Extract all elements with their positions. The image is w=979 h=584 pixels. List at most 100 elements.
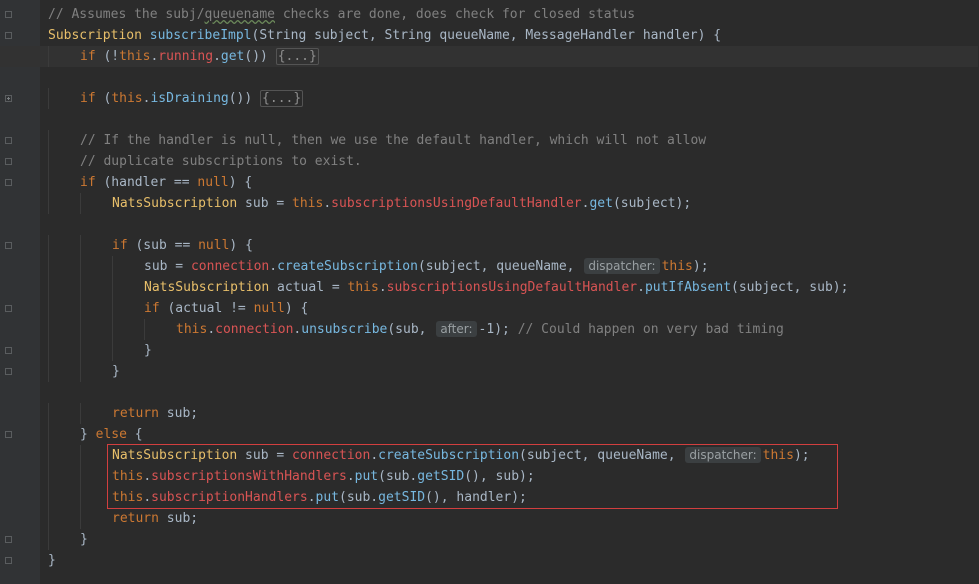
code-line[interactable]: // If the handler is null, then we use t… <box>48 130 978 151</box>
indent-guide <box>48 172 49 193</box>
code-token: ()) <box>228 91 261 106</box>
code-token: sub; <box>158 511 199 526</box>
code-token: ) { <box>228 175 253 190</box>
code-token: this <box>347 280 379 295</box>
code-token: (sub, <box>387 322 435 337</box>
code-token: if <box>80 49 96 64</box>
indent-guide <box>48 529 49 550</box>
code-token: sub = <box>237 196 293 211</box>
indent-guide <box>80 277 81 298</box>
code-line[interactable]: return sub; <box>48 403 978 424</box>
indent-guide <box>112 277 113 298</box>
code-token: (subject, queueName, <box>417 259 583 274</box>
code-token: this <box>661 259 693 274</box>
indent-guide <box>48 319 49 340</box>
code-token: return <box>112 511 159 526</box>
indent-guide <box>48 298 49 319</box>
code-line[interactable]: // Assumes the subj/queuename checks are… <box>48 4 978 25</box>
code-line[interactable] <box>48 67 978 88</box>
code-line[interactable]: if (!this.running.get()) {...} <box>0 46 978 67</box>
fold-collapse-icon[interactable] <box>5 305 12 312</box>
code-token: putIfAbsent <box>644 280 732 295</box>
indent-guide <box>80 298 81 319</box>
indent-guide <box>80 256 81 277</box>
indent-guide <box>48 151 49 172</box>
code-token: . <box>213 49 221 64</box>
fold-collapse-icon[interactable] <box>5 158 12 165</box>
fold-collapse-icon[interactable] <box>5 179 12 186</box>
highlight-box <box>107 444 838 509</box>
folded-code-block[interactable]: {...} <box>260 90 304 107</box>
code-token: this <box>111 91 143 106</box>
code-line[interactable]: if (handler == null) { <box>48 172 978 193</box>
fold-collapse-icon[interactable] <box>5 536 12 543</box>
code-token: get <box>589 196 613 211</box>
indent-guide <box>80 319 81 340</box>
code-line[interactable]: } <box>48 340 978 361</box>
code-line[interactable]: return sub; <box>48 508 978 529</box>
code-token: sub; <box>158 406 199 421</box>
code-token: checks are done, does check for closed s… <box>275 7 636 22</box>
code-token: this <box>292 196 324 211</box>
indent-guide <box>48 487 49 508</box>
code-line[interactable]: sub = connection.createSubscription(subj… <box>48 256 978 277</box>
code-token: . <box>207 322 216 337</box>
fold-collapse-icon[interactable] <box>5 242 12 249</box>
code-line[interactable]: NatsSubscription sub = this.subscription… <box>48 193 978 214</box>
indent-guide <box>48 193 49 214</box>
fold-collapse-icon[interactable] <box>5 32 12 39</box>
code-token: . <box>637 280 645 295</box>
code-token: actual = <box>269 280 348 295</box>
indent-guide <box>48 130 49 151</box>
code-line[interactable]: // duplicate subscriptions to exist. <box>48 151 978 172</box>
indent-guide <box>80 508 81 529</box>
code-token: Subscription <box>48 28 150 43</box>
fold-collapse-icon[interactable] <box>5 557 12 564</box>
indent-guide <box>48 340 49 361</box>
code-line[interactable]: } <box>48 550 978 571</box>
fold-collapse-icon[interactable] <box>5 368 12 375</box>
fold-expand-icon[interactable] <box>5 95 12 102</box>
code-token: // If the handler is null, then we use t… <box>80 133 707 148</box>
code-line[interactable]: this.connection.unsubscribe(sub, after: -… <box>48 319 978 340</box>
code-token: NatsSubscription <box>112 196 238 211</box>
folded-code-block[interactable]: {...} <box>275 48 319 65</box>
code-line[interactable] <box>48 109 978 130</box>
indent-guide <box>48 46 49 67</box>
code-token: // Assumes the subj/ <box>48 7 205 22</box>
code-line[interactable]: } <box>48 361 978 382</box>
code-line[interactable]: } else { <box>48 424 978 445</box>
code-token: sub = <box>144 259 191 274</box>
indent-guide <box>80 193 81 214</box>
code-line[interactable]: if (actual != null) { <box>48 298 978 319</box>
indent-guide <box>80 445 81 466</box>
indent-guide <box>48 424 49 445</box>
fold-collapse-icon[interactable] <box>5 11 12 18</box>
code-token: (subject, sub); <box>731 280 849 295</box>
code-token: (actual != <box>159 301 254 316</box>
code-line[interactable] <box>48 214 978 235</box>
editor-gutter <box>0 0 40 584</box>
indent-guide <box>112 340 113 361</box>
code-line[interactable]: if (sub == null) { <box>48 235 978 256</box>
code-token: // duplicate subscriptions to exist. <box>80 154 362 169</box>
code-token: this <box>119 49 151 64</box>
fold-collapse-icon[interactable] <box>5 347 12 354</box>
code-line[interactable]: Subscription subscribeImpl(String subjec… <box>48 25 978 46</box>
code-token: return <box>112 406 159 421</box>
code-token: } <box>80 427 96 442</box>
indent-guide <box>112 319 113 340</box>
indent-guide <box>80 340 81 361</box>
indent-guide <box>48 277 49 298</box>
code-editor[interactable]: // Assumes the subj/queuename checks are… <box>0 0 979 584</box>
code-line[interactable]: if (this.isDraining()) {...} <box>48 88 978 109</box>
indent-guide <box>48 445 49 466</box>
code-line[interactable]: } <box>48 529 978 550</box>
code-line[interactable]: NatsSubscription actual = this.subscript… <box>48 277 978 298</box>
code-token: ( <box>95 91 112 106</box>
code-token: if <box>144 301 160 316</box>
fold-collapse-icon[interactable] <box>5 137 12 144</box>
fold-collapse-icon[interactable] <box>5 431 12 438</box>
code-line[interactable] <box>48 382 978 403</box>
code-token: isDraining <box>150 91 229 106</box>
